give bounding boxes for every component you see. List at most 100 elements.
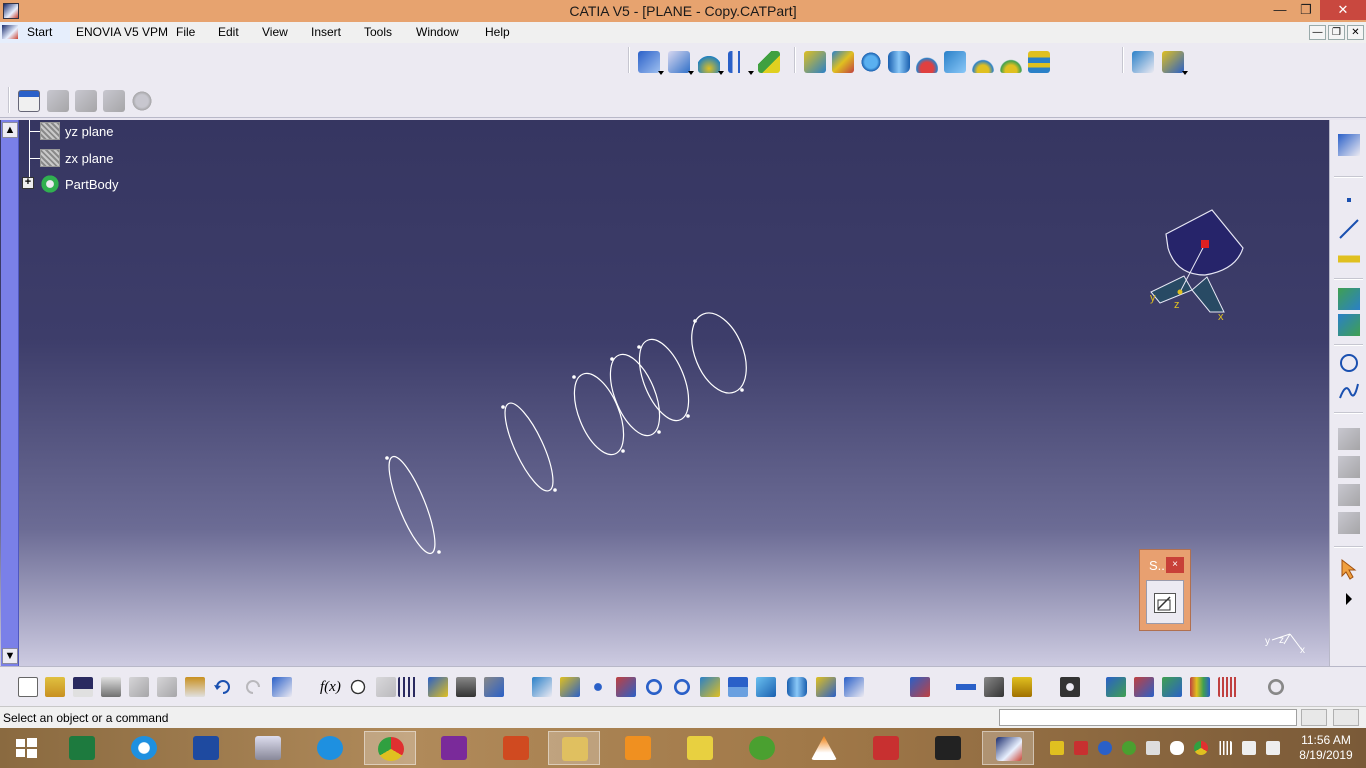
redo-icon[interactable] <box>243 677 263 697</box>
lock-icon[interactable] <box>456 677 476 697</box>
shading-icon[interactable] <box>787 677 807 697</box>
copy-icon[interactable] <box>157 677 177 697</box>
split-icon[interactable] <box>758 51 780 73</box>
fit-all-icon[interactable] <box>560 677 580 697</box>
tray-star-icon[interactable] <box>1050 741 1064 755</box>
folder-icon[interactable] <box>674 731 726 765</box>
surface-join-icon[interactable] <box>804 51 826 73</box>
tray-flag-icon[interactable] <box>1146 741 1160 755</box>
normal-view-icon[interactable] <box>700 677 720 697</box>
profile-curve[interactable] <box>380 452 443 558</box>
hide-show-icon[interactable] <box>816 677 836 697</box>
start-menu[interactable]: Start <box>0 22 70 43</box>
cycle-icon[interactable] <box>1266 677 1286 697</box>
scan-icon[interactable] <box>484 677 504 697</box>
zoom-in-icon[interactable] <box>644 677 664 697</box>
menu-insert[interactable]: Insert <box>311 25 341 39</box>
explorer-icon[interactable] <box>548 731 600 765</box>
point-tool-icon[interactable] <box>1338 190 1360 212</box>
fill-icon[interactable] <box>972 51 994 73</box>
translate-icon[interactable] <box>1162 51 1184 73</box>
line-tool-icon[interactable] <box>1338 218 1360 240</box>
vlc-icon[interactable] <box>798 731 850 765</box>
bluetooth-icon[interactable] <box>1098 741 1112 755</box>
doc-minimize-button[interactable]: — <box>1309 25 1326 40</box>
projection-icon[interactable] <box>1338 288 1360 310</box>
catia-icon[interactable] <box>982 731 1034 765</box>
tray-antivirus-icon[interactable] <box>1074 741 1088 755</box>
properties-icon[interactable] <box>18 90 40 112</box>
3d-viewport[interactable]: ▲ ▼ yz plane zx plane + PartBody y z x x… <box>0 120 1329 666</box>
open-icon[interactable] <box>45 677 65 697</box>
profile-curve[interactable] <box>496 398 562 497</box>
menu-window[interactable]: Window <box>416 25 459 39</box>
doc-restore-button[interactable]: ❐ <box>1328 25 1345 40</box>
video-icon[interactable] <box>612 731 664 765</box>
insert-icon[interactable] <box>75 90 97 112</box>
word-icon[interactable] <box>180 731 232 765</box>
comment-icon[interactable] <box>348 677 368 697</box>
multi-section-icon[interactable] <box>1000 51 1022 73</box>
menu-help[interactable]: Help <box>485 25 510 39</box>
picsart-icon[interactable] <box>428 731 480 765</box>
swap-space-icon[interactable] <box>844 677 864 697</box>
undo-icon[interactable] <box>213 677 233 697</box>
doc-close-button[interactable]: ✕ <box>1347 25 1364 40</box>
spline-tool-icon[interactable] <box>1338 380 1360 402</box>
minimize-button[interactable]: — <box>1266 0 1294 20</box>
close-button[interactable]: ✕ <box>1320 0 1366 20</box>
tray-utorrent-icon[interactable] <box>1122 741 1136 755</box>
new-icon[interactable] <box>18 677 38 697</box>
pan-icon[interactable] <box>588 677 608 697</box>
zoom-out-icon[interactable] <box>672 677 692 697</box>
monitor-icon[interactable] <box>242 731 294 765</box>
disabled-tool-icon[interactable] <box>1338 484 1360 506</box>
acrobat-icon[interactable] <box>860 731 912 765</box>
repeat-object-icon[interactable] <box>1132 51 1154 73</box>
formula-icon[interactable]: f(x) <box>320 677 341 697</box>
distance-analysis-icon[interactable] <box>1218 677 1238 697</box>
analysis-icon[interactable] <box>47 90 69 112</box>
knowledge-icon[interactable] <box>376 677 396 697</box>
update-icon[interactable] <box>910 677 930 697</box>
utorrent-icon[interactable] <box>736 731 788 765</box>
battery-icon[interactable] <box>1266 741 1280 755</box>
blend-icon[interactable] <box>1028 51 1050 73</box>
extrude-icon[interactable] <box>698 51 720 73</box>
onedrive-icon[interactable] <box>1170 741 1184 755</box>
select-arrow-icon[interactable] <box>1338 558 1360 580</box>
plane-tool-icon[interactable] <box>1338 248 1360 270</box>
command-button-2[interactable] <box>1333 709 1359 726</box>
multi-output-icon[interactable] <box>638 51 660 73</box>
print-icon[interactable] <box>101 677 121 697</box>
ie-icon[interactable] <box>118 731 170 765</box>
circle-tool-icon[interactable] <box>1338 352 1360 374</box>
curvature-icon[interactable] <box>1134 677 1154 697</box>
wifi-signal-icon[interactable] <box>1218 741 1232 755</box>
porcupine-icon[interactable] <box>1190 677 1210 697</box>
point-icon[interactable] <box>668 51 690 73</box>
disabled-tool-icon[interactable] <box>1338 456 1360 478</box>
sweep-icon[interactable] <box>944 51 966 73</box>
apply-material-icon[interactable] <box>1012 677 1032 697</box>
offset-icon[interactable] <box>728 51 750 73</box>
inertia-icon[interactable] <box>984 677 1004 697</box>
panel-close-button[interactable]: × <box>1166 557 1184 573</box>
tray-chrome-icon[interactable] <box>1194 741 1208 755</box>
clock[interactable]: 11:56 AM 8/19/2019 <box>1290 733 1362 763</box>
iso-view-icon[interactable] <box>756 677 776 697</box>
menu-file[interactable]: File <box>176 25 195 39</box>
maximize-button[interactable]: ❐ <box>1294 0 1318 20</box>
volume-icon[interactable] <box>1242 741 1256 755</box>
sync-icon[interactable] <box>304 731 356 765</box>
compass[interactable]: y z x <box>1150 209 1244 323</box>
sketch-icon[interactable] <box>1338 134 1360 156</box>
menu-view[interactable]: View <box>262 25 288 39</box>
fly-mode-icon[interactable] <box>532 677 552 697</box>
geometric-set-icon[interactable] <box>103 90 125 112</box>
cut-icon[interactable] <box>129 677 149 697</box>
powerpoint-icon[interactable] <box>490 731 542 765</box>
chrome-icon[interactable] <box>364 731 416 765</box>
revolve-icon[interactable] <box>916 51 938 73</box>
media-icon[interactable] <box>922 731 974 765</box>
